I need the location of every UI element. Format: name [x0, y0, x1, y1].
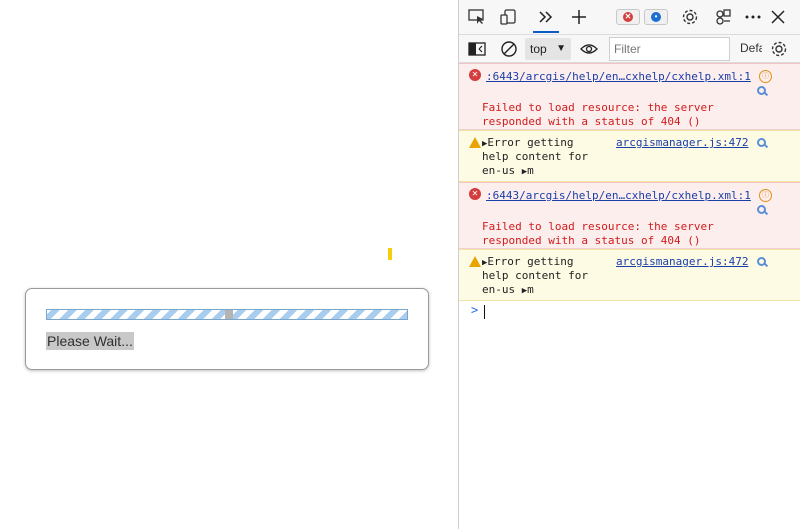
error-count-badge[interactable]: ✕	[616, 9, 640, 25]
object-label: m	[527, 283, 534, 296]
console-toolbar: top ▼ Filter Default levels	[459, 34, 800, 63]
search-icon[interactable]	[757, 86, 770, 99]
active-tab-indicator	[533, 31, 559, 33]
issues-badge-icon: •	[651, 12, 661, 22]
warning-text-line[interactable]: ▶Error getting	[482, 136, 574, 151]
console-error-message: ✕ :6443/arcgis/help/en…cxhelp/cxhelp.xml…	[459, 63, 800, 130]
ai-explain-icon[interactable]: ⓘ	[759, 70, 772, 83]
prompt-chevron-icon: >	[471, 303, 479, 317]
sidebar-toggle-icon[interactable]	[465, 37, 489, 61]
console-messages: ✕ :6443/arcgis/help/en…cxhelp/cxhelp.xml…	[459, 63, 800, 321]
progress-indicator	[225, 310, 233, 319]
console-prompt[interactable]: >	[459, 301, 800, 321]
search-icon[interactable]	[757, 257, 770, 270]
source-link[interactable]: arcgismanager.js:472	[616, 136, 748, 150]
console-error-message: ✕ :6443/arcgis/help/en…cxhelp/cxhelp.xml…	[459, 182, 800, 249]
web-page: Please Wait...	[0, 0, 458, 529]
chevrons-right-icon[interactable]	[534, 5, 558, 29]
warning-text-line: en-us ▶m	[482, 283, 534, 296]
clear-console-icon[interactable]	[497, 37, 521, 61]
ellipsis-icon[interactable]	[741, 5, 765, 29]
source-link[interactable]: :6443/arcgis/help/en…cxhelp/cxhelp.xml:1	[486, 189, 751, 203]
device-emulation-icon[interactable]	[497, 5, 521, 29]
inspect-element-icon[interactable]	[465, 5, 489, 29]
error-text-line: responded with a status of 404 ()	[482, 115, 701, 128]
progress-bar	[46, 309, 408, 320]
error-badge-icon: ✕	[623, 12, 633, 22]
console-settings-gear-icon[interactable]	[767, 37, 791, 61]
context-value: top	[530, 42, 547, 56]
eye-icon[interactable]	[577, 37, 601, 61]
close-icon[interactable]	[766, 5, 790, 29]
search-icon[interactable]	[757, 138, 770, 151]
warning-icon	[469, 137, 481, 148]
error-text-line: Failed to load resource: the server	[482, 220, 714, 233]
text-caret	[484, 305, 485, 319]
context-selector[interactable]: top ▼	[525, 38, 571, 60]
console-warning-message: ▶Error getting help content for en-us ▶m…	[459, 249, 800, 301]
console-warning-message: ▶Error getting help content for en-us ▶m…	[459, 130, 800, 182]
object-label: m	[527, 164, 534, 177]
gear-icon[interactable]	[678, 5, 702, 29]
source-link[interactable]: arcgismanager.js:472	[616, 255, 748, 269]
search-icon[interactable]	[757, 205, 770, 218]
devtools-panel: ✕ • top ▼ Filter Defaul	[458, 0, 800, 529]
issues-count-badge[interactable]: •	[644, 9, 668, 25]
caret-down-icon: ▼	[556, 43, 566, 54]
warning-icon	[469, 256, 481, 267]
warning-text-line: help content for	[482, 150, 588, 163]
warning-text-line: en-us ▶m	[482, 164, 534, 177]
log-levels-dropdown[interactable]: Default levels	[740, 41, 762, 55]
focus-marker	[388, 248, 392, 260]
filter-input[interactable]: Filter	[609, 37, 730, 61]
customize-icon[interactable]	[711, 5, 735, 29]
devtools-tabbar: ✕ •	[459, 0, 800, 34]
please-wait-dialog: Please Wait...	[25, 288, 429, 370]
warning-text-line: help content for	[482, 269, 588, 282]
error-text-line: responded with a status of 404 ()	[482, 234, 701, 247]
source-link[interactable]: :6443/arcgis/help/en…cxhelp/cxhelp.xml:1	[486, 70, 751, 84]
please-wait-label: Please Wait...	[46, 332, 134, 350]
error-icon: ✕	[469, 69, 481, 81]
warning-text-line[interactable]: ▶Error getting	[482, 255, 574, 270]
ai-explain-icon[interactable]: ⓘ	[759, 189, 772, 202]
error-icon: ✕	[469, 188, 481, 200]
error-text-line: Failed to load resource: the server	[482, 101, 714, 114]
plus-icon[interactable]	[567, 5, 591, 29]
